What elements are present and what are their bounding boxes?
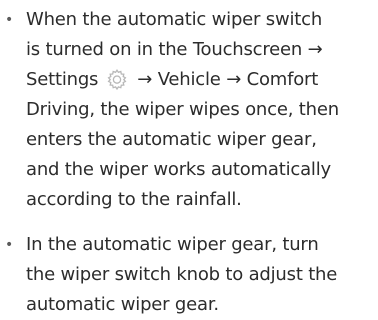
list-item: • In the automatic wiper gear, turn the … bbox=[0, 230, 378, 320]
list-item: • When the automatic wiper switch is tur… bbox=[0, 0, 378, 215]
text-line: the wiper switch knob to adjust the bbox=[26, 264, 338, 285]
settings-path-rest: → Vehicle → Comfort bbox=[137, 69, 319, 90]
settings-path-line: Settings → Vehicle → Comfort bbox=[26, 65, 378, 95]
text-line: In the automatic wiper gear, turn bbox=[26, 234, 319, 255]
bullet-marker: • bbox=[4, 12, 14, 28]
text-line: Driving, the wiper wipes once, then bbox=[26, 99, 339, 120]
text-line: enters the automatic wiper gear, bbox=[26, 129, 317, 150]
bullet-marker: • bbox=[4, 237, 14, 253]
text-line: When the automatic wiper switch bbox=[26, 9, 323, 30]
settings-label: Settings bbox=[26, 69, 99, 90]
bullet-list: • When the automatic wiper switch is tur… bbox=[0, 0, 378, 320]
text-line: automatic wiper gear. bbox=[26, 294, 219, 315]
gear-icon bbox=[106, 68, 128, 91]
text-line: is turned on in the Touchscreen → bbox=[26, 39, 323, 60]
text-line: according to the rainfall. bbox=[26, 189, 242, 210]
text-line: and the wiper works automatically bbox=[26, 159, 331, 180]
